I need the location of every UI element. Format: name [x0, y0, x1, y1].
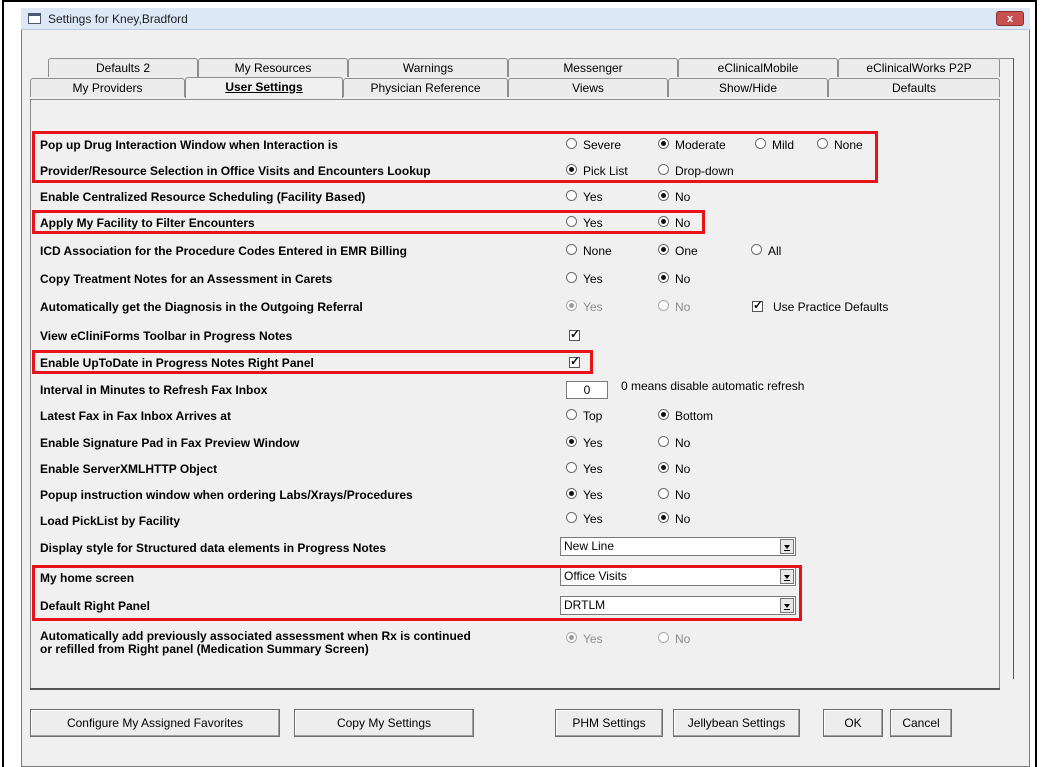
- auto-add-assessment-label-2: or refilled from Right panel (Medication…: [40, 642, 369, 656]
- fax-refresh-hint: 0 means disable automatic refresh: [621, 379, 805, 393]
- chevron-down-icon[interactable]: [780, 539, 794, 554]
- fax-refresh-label: Interval in Minutes to Refresh Fax Inbox: [40, 383, 268, 397]
- tab-my-providers[interactable]: My Providers: [30, 78, 185, 97]
- title-bar: Settings for Kney,Bradford x: [21, 8, 1030, 30]
- signature-pad-no-radio[interactable]: No: [658, 436, 690, 450]
- tab-messenger[interactable]: Messenger: [508, 58, 678, 77]
- jellybean-settings-button[interactable]: Jellybean Settings: [673, 709, 800, 737]
- fax-refresh-input[interactable]: 0: [566, 381, 608, 399]
- icd-association-none-radio[interactable]: None: [566, 244, 612, 258]
- auto-diagnosis-yes-radio[interactable]: Yes: [566, 300, 603, 314]
- icd-association-one-radio[interactable]: One: [658, 244, 698, 258]
- tab-show-hide[interactable]: Show/Hide: [668, 78, 828, 97]
- popup-instruction-no-radio[interactable]: No: [658, 488, 690, 502]
- copy-treatment-label: Copy Treatment Notes for an Assessment i…: [40, 272, 333, 286]
- tab-my-resources[interactable]: My Resources: [198, 58, 348, 77]
- auto-diagnosis-no-radio[interactable]: No: [658, 300, 690, 314]
- phm-settings-button[interactable]: PHM Settings: [555, 709, 663, 737]
- highlight-box-2: [32, 210, 705, 234]
- cancel-button[interactable]: Cancel: [890, 709, 952, 737]
- copy-settings-button[interactable]: Copy My Settings: [294, 709, 474, 737]
- signature-pad-label: Enable Signature Pad in Fax Preview Wind…: [40, 436, 300, 450]
- tab-warnings[interactable]: Warnings: [348, 58, 508, 77]
- display-style-dropdown[interactable]: New Line: [560, 537, 796, 556]
- icd-association-all-radio[interactable]: All: [751, 244, 781, 258]
- picklist-facility-label: Load PickList by Facility: [40, 514, 181, 528]
- tab-eclinicalworks-p2p[interactable]: eClinicalWorks P2P: [838, 58, 1000, 77]
- fax-arrival-label: Latest Fax in Fax Inbox Arrives at: [40, 409, 231, 423]
- use-practice-defaults-label: Use Practice Defaults: [773, 300, 889, 314]
- tab-defaults[interactable]: Defaults: [828, 78, 1000, 97]
- auto-diagnosis-label: Automatically get the Diagnosis in the O…: [40, 300, 363, 314]
- auto-add-assessment-label-1: Automatically add previously associated …: [40, 629, 471, 643]
- copy-treatment-no-radio[interactable]: No: [658, 272, 690, 286]
- picklist-facility-yes-radio[interactable]: Yes: [566, 512, 603, 526]
- centralized-scheduling-label: Enable Centralized Resource Scheduling (…: [40, 190, 366, 204]
- tab-views[interactable]: Views: [508, 78, 668, 97]
- window-title: Settings for Kney,Bradford: [48, 12, 188, 26]
- highlight-box-1: [32, 131, 878, 183]
- fax-arrival-bottom-radio[interactable]: Bottom: [658, 409, 713, 423]
- icd-association-label: ICD Association for the Procedure Codes …: [40, 244, 407, 258]
- serverxmlhttp-label: Enable ServerXMLHTTP Object: [40, 462, 218, 476]
- auto-add-assessment-no-radio[interactable]: No: [658, 632, 690, 646]
- display-style-label: Display style for Structured data elemen…: [40, 541, 387, 555]
- configure-favorites-button[interactable]: Configure My Assigned Favorites: [30, 709, 280, 737]
- highlight-box-3: [32, 350, 593, 374]
- popup-instruction-label: Popup instruction window when ordering L…: [40, 488, 413, 502]
- fax-arrival-top-radio[interactable]: Top: [566, 409, 602, 423]
- tab-user-settings[interactable]: User Settings: [185, 77, 343, 98]
- copy-treatment-yes-radio[interactable]: Yes: [566, 272, 603, 286]
- close-button[interactable]: x: [996, 11, 1024, 26]
- tab-physician-reference[interactable]: Physician Reference: [343, 78, 508, 97]
- tab-defaults-2[interactable]: Defaults 2: [48, 58, 198, 77]
- serverxmlhttp-yes-radio[interactable]: Yes: [566, 462, 603, 476]
- centralized-scheduling-no-radio[interactable]: No: [658, 190, 690, 204]
- serverxmlhttp-no-radio[interactable]: No: [658, 462, 690, 476]
- centralized-scheduling-yes-radio[interactable]: Yes: [566, 190, 603, 204]
- highlight-box-4: [32, 565, 802, 621]
- tab-eclinicalmobile[interactable]: eClinicalMobile: [678, 58, 838, 77]
- ok-button[interactable]: OK: [823, 709, 883, 737]
- signature-pad-yes-radio[interactable]: Yes: [566, 436, 603, 450]
- display-style-value: New Line: [564, 539, 615, 553]
- popup-instruction-yes-radio[interactable]: Yes: [566, 488, 603, 502]
- ecliniforms-toolbar-label: View eCliniForms Toolbar in Progress Not…: [40, 329, 293, 343]
- auto-add-assessment-yes-radio[interactable]: Yes: [566, 632, 603, 646]
- ecliniforms-toolbar-checkbox[interactable]: [569, 327, 580, 341]
- picklist-facility-no-radio[interactable]: No: [658, 512, 690, 526]
- use-practice-defaults-checkbox[interactable]: [752, 298, 763, 312]
- window-icon: [28, 13, 41, 24]
- panel-bottom-edge: [30, 688, 1000, 690]
- tab-stack-edge: [999, 58, 1014, 679]
